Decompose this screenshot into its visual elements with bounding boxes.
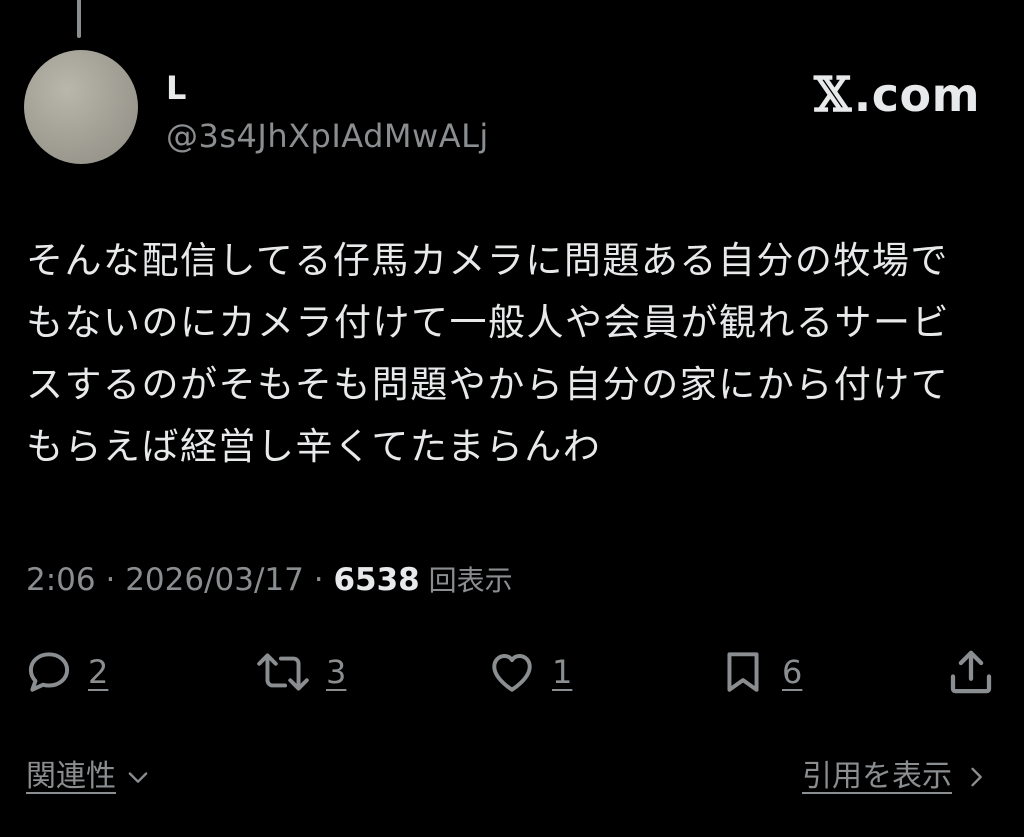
bookmark-button[interactable]: 6 xyxy=(718,642,802,702)
like-button[interactable]: 1 xyxy=(486,642,572,702)
tweet-time[interactable]: 2:06 xyxy=(26,562,96,598)
reply-button[interactable]: 2 xyxy=(24,642,108,702)
view-quotes-link[interactable]: 引用を表示 xyxy=(802,752,990,802)
brand-logo: 𝕏 .com xyxy=(814,68,980,122)
retweet-icon xyxy=(257,653,309,691)
views-count: 6538 xyxy=(333,562,420,598)
meta-separator: · xyxy=(95,562,126,598)
chevron-down-icon xyxy=(128,772,148,783)
tweet-meta: 2:06 · 2026/03/17 · 6538 回表示 xyxy=(26,560,513,601)
tweet-text: そんな配信してる仔馬カメラに問題ある自分の牧場でもないのにカメラ付けて一般人や会… xyxy=(26,239,950,468)
reply-count: 2 xyxy=(88,653,109,691)
heart-icon xyxy=(492,653,532,692)
view-quotes-label: 引用を表示 xyxy=(802,759,952,794)
reply-icon xyxy=(28,652,70,692)
author-handle[interactable]: @3s4JhXpIAdMwALj xyxy=(166,116,489,156)
author-display-name[interactable]: L xyxy=(166,68,186,108)
share-icon xyxy=(950,650,992,694)
x-logo-icon: 𝕏 xyxy=(813,67,852,123)
views-label: 回表示 xyxy=(419,564,513,597)
related-sort-button[interactable]: 関連性 xyxy=(26,752,152,802)
action-bar: 2 3 1 6 xyxy=(0,642,1024,702)
retweet-count: 3 xyxy=(326,653,347,691)
meta-separator: · xyxy=(303,562,334,598)
tweet-footer: 関連性 引用を表示 xyxy=(0,752,1024,802)
tweet-date[interactable]: 2026/03/17 xyxy=(125,562,304,598)
chevron-right-icon xyxy=(971,767,982,787)
thread-connector-line xyxy=(77,0,81,38)
brand-domain: .com xyxy=(853,68,980,122)
like-count: 1 xyxy=(552,653,573,691)
share-button[interactable] xyxy=(944,642,998,702)
bookmark-icon xyxy=(727,652,759,692)
avatar[interactable] xyxy=(24,50,138,164)
bookmark-count: 6 xyxy=(782,653,803,691)
retweet-button[interactable]: 3 xyxy=(254,642,346,702)
related-label: 関連性 xyxy=(26,759,116,794)
